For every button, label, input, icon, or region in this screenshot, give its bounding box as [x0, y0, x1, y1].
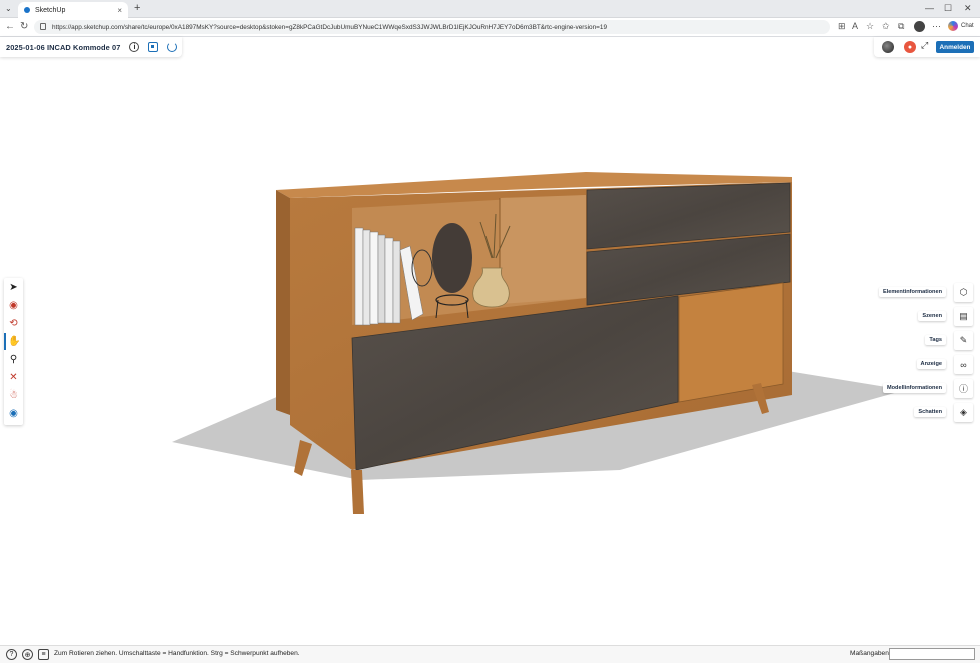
scenes-icon[interactable]: ▤	[954, 307, 973, 326]
orbit-tool-icon[interactable]: ⟲	[4, 315, 23, 332]
notification-badge-icon[interactable]: ●	[904, 41, 916, 53]
close-tab-icon[interactable]: ×	[117, 6, 122, 15]
browser-tab-strip: ⌄ SketchUp × + — ☐ ✕	[0, 0, 980, 18]
language-globe-icon[interactable]: ⊕	[22, 649, 33, 660]
status-hint: Zum Rotieren ziehen. Umschalttaste = Han…	[54, 650, 300, 657]
favorite-star-icon[interactable]: ☆	[866, 21, 874, 32]
model-title: 2025-01-06 INCAD Kommode 07	[6, 42, 121, 52]
minimize-icon[interactable]: —	[925, 3, 934, 13]
address-bar-row: ← ↻ https://app.sketchup.com/share/tc/eu…	[0, 18, 980, 37]
tool-bar: ➤ ◉ ⟲ ✋ ⚲ ✕ ☃ ◉	[4, 278, 23, 425]
paint-tool-icon[interactable]: ◉	[4, 297, 23, 314]
model-info-icon[interactable]: i	[129, 42, 140, 52]
zoom-extents-icon[interactable]: ✕	[4, 369, 23, 386]
sketchup-favicon-icon	[24, 7, 30, 13]
viewport-3d[interactable]	[0, 57, 980, 645]
chat-label[interactable]: Chat	[961, 23, 974, 29]
fullscreen-icon[interactable]: ⤢	[921, 40, 928, 51]
zoom-tool-icon[interactable]: ⚲	[4, 351, 23, 368]
tag-icon[interactable]: ✎	[954, 331, 973, 350]
shelf-inner-side	[500, 195, 586, 304]
apps-grid-icon[interactable]: ⊞	[838, 21, 846, 32]
leg-front-left	[351, 470, 364, 514]
more-menu-icon[interactable]: ⋯	[932, 21, 941, 32]
walk-tool-icon[interactable]: ☃	[4, 387, 23, 404]
cube-info-icon[interactable]: ⬡	[954, 283, 973, 302]
measurements-label: Maßangaben	[850, 650, 889, 657]
model-title-bar: 2025-01-06 INCAD Kommode 07 i	[0, 37, 182, 57]
profile-avatar[interactable]	[914, 21, 925, 32]
globe-icon[interactable]	[882, 41, 894, 53]
url-text: https://app.sketchup.com/share/tc/europe…	[52, 23, 607, 31]
measurements-input[interactable]	[889, 648, 975, 660]
panel-label-element-info[interactable]: Elementinformationen	[878, 287, 946, 297]
new-tab-icon[interactable]: +	[134, 2, 140, 14]
login-button[interactable]: Anmelden	[936, 41, 974, 53]
help-icon[interactable]: ?	[6, 649, 17, 660]
account-bar: ● ⤢ Anmelden	[874, 37, 980, 57]
favorites-bar-icon[interactable]: ✩	[882, 21, 890, 32]
view-mode-icon[interactable]	[148, 42, 159, 52]
loading-spinner-icon	[167, 42, 178, 52]
panel-label-display[interactable]: Anzeige	[916, 359, 946, 369]
status-bar: ? ⊕ ≡ Zum Rotieren ziehen. Umschalttaste…	[0, 645, 980, 663]
info-icon[interactable]: ⓘ	[954, 379, 973, 398]
select-tool-icon[interactable]: ➤	[4, 279, 23, 296]
extensions-icon[interactable]: ⧉	[898, 21, 904, 32]
maximize-icon[interactable]: ☐	[944, 3, 952, 14]
glasses-icon[interactable]: ∞	[954, 355, 973, 374]
copilot-icon[interactable]	[948, 21, 958, 31]
close-window-icon[interactable]: ✕	[964, 3, 972, 14]
read-aloud-icon[interactable]: A	[852, 21, 858, 31]
browser-tab[interactable]: SketchUp ×	[18, 2, 128, 18]
shadow-icon[interactable]: ◈	[954, 403, 973, 422]
panel-label-scenes[interactable]: Szenen	[918, 311, 946, 321]
tab-title: SketchUp	[35, 6, 66, 14]
back-arrow-icon[interactable]: ←	[5, 21, 15, 32]
pan-tool-icon[interactable]: ✋	[4, 333, 23, 350]
sideboard-left-side	[276, 190, 290, 415]
reload-icon[interactable]: ↻	[20, 21, 28, 32]
panel-label-tags[interactable]: Tags	[925, 335, 946, 345]
panel-label-shadows[interactable]: Schatten	[914, 407, 946, 417]
xray-eye-icon[interactable]: ◉	[4, 405, 23, 422]
lock-icon	[40, 23, 46, 30]
tab-list-chevron-icon[interactable]: ⌄	[5, 4, 12, 13]
url-field[interactable]: https://app.sketchup.com/share/tc/europe…	[34, 20, 830, 34]
panel-label-model-info[interactable]: Modellinformationen	[882, 383, 946, 393]
wood-door	[678, 282, 784, 403]
database-icon[interactable]: ≡	[38, 649, 49, 660]
